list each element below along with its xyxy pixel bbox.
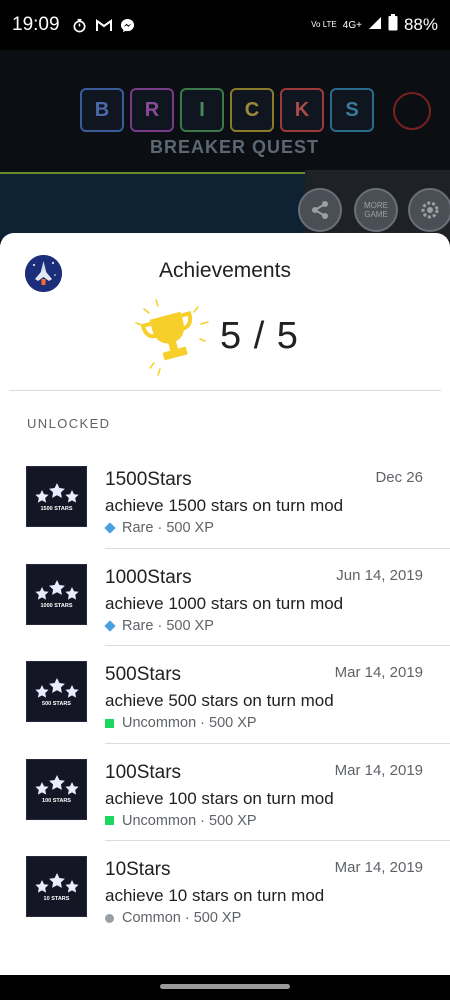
common-dot-icon xyxy=(105,913,114,923)
achievement-badge: 100 STARS xyxy=(26,758,87,820)
navigation-bar xyxy=(0,975,450,1000)
divider xyxy=(9,390,441,391)
battery-percent: 88% xyxy=(403,15,438,34)
network-type: 4G+ xyxy=(342,19,362,31)
achievement-rarity: Common · 500 XP xyxy=(105,910,241,926)
achievement-date: Mar 14, 2019 xyxy=(334,761,423,779)
more-games-button: MORE GAME xyxy=(354,188,398,232)
achievement-description: achieve 500 stars on turn mod xyxy=(105,691,334,710)
achievement-rarity: Rare · 500 XP xyxy=(104,617,214,634)
achievement-rarity: Rare · 500 XP xyxy=(104,520,214,536)
achievement-name: 1500Stars xyxy=(105,469,192,490)
rare-diamond-icon xyxy=(104,619,116,632)
status-bar: 19:09 Vo LTE 4G+ 88% xyxy=(0,0,450,50)
section-header-unlocked: UNLOCKED xyxy=(27,416,111,431)
achievement-date: Mar 14, 2019 xyxy=(334,664,423,681)
achievement-item[interactable]: 1000 STARS 1000Stars Jun 14, 2019 achiev… xyxy=(0,549,450,646)
status-time: 19:09 xyxy=(12,14,60,35)
rarity-text: Rare · 500 XP xyxy=(122,520,214,536)
uncommon-square-icon xyxy=(105,718,114,728)
logo-brick: K xyxy=(280,88,324,132)
achievement-name: 1000Stars xyxy=(105,566,192,588)
achievement-item[interactable]: 10 STARS 10Stars Mar 14, 2019 achieve 10… xyxy=(0,841,450,939)
achievements-sheet: Achievements 5 / 5 UNLOCKED 1500 STARS 1… xyxy=(0,233,450,975)
signal-icon xyxy=(368,16,382,35)
logo-brick: B xyxy=(80,88,124,132)
messenger-icon xyxy=(120,17,136,33)
rarity-text: Uncommon · 500 XP xyxy=(122,715,257,731)
badge-label: 500 STARS xyxy=(42,700,71,707)
uncommon-square-icon xyxy=(105,816,114,825)
achievement-description: achieve 10 stars on turn mod xyxy=(105,886,325,905)
achievement-rarity: Uncommon · 500 XP xyxy=(105,715,257,731)
rarity-text: Common · 500 XP xyxy=(122,910,242,926)
power-icon xyxy=(393,92,431,130)
timer-icon xyxy=(72,17,88,33)
achievement-badge: 500 STARS xyxy=(26,661,87,722)
achievement-description: achieve 1500 stars on turn mod xyxy=(105,496,344,515)
achievement-date: Mar 14, 2019 xyxy=(334,859,423,876)
achievement-item[interactable]: 500 STARS 500Stars Mar 14, 2019 achieve … xyxy=(0,646,450,744)
rarity-text: Uncommon · 500 XP xyxy=(122,812,257,829)
volte-indicator: Vo LTE xyxy=(311,20,337,29)
achievement-badge: 1000 STARS xyxy=(26,563,87,625)
logo-brick: I xyxy=(180,88,224,132)
home-gesture-handle[interactable] xyxy=(160,984,290,989)
logo-brick: C xyxy=(230,88,274,132)
achievement-date: Dec 26 xyxy=(375,469,423,486)
badge-label: 1000 STARS xyxy=(40,603,73,609)
game-logo: B R I C K S xyxy=(80,88,374,132)
gear-icon xyxy=(408,188,450,232)
logo-brick: R xyxy=(130,88,174,132)
badge-label: 10 STARS xyxy=(43,895,70,902)
trophy-icon xyxy=(128,295,214,381)
achievement-description: achieve 1000 stars on turn mod xyxy=(105,593,344,613)
gmail-icon xyxy=(95,17,112,33)
achievement-item[interactable]: 100 STARS 100Stars Mar 14, 2019 achieve … xyxy=(0,744,450,841)
achievement-badge: 10 STARS xyxy=(26,856,87,917)
battery-icon xyxy=(388,14,398,36)
achievement-rarity: Uncommon · 500 XP xyxy=(105,813,257,829)
logo-brick: S xyxy=(330,88,374,132)
game-background: B R I C K S BREAKER QUEST MORE GAME xyxy=(0,50,450,240)
achievement-badge: 1500 STARS xyxy=(26,466,87,527)
achievement-date: Jun 14, 2019 xyxy=(336,566,423,584)
achievement-description: achieve 100 stars on turn mod xyxy=(105,788,334,808)
badge-label: 100 STARS xyxy=(42,798,71,804)
achievement-list: 1500 STARS 1500Stars Dec 26 achieve 1500… xyxy=(0,451,450,939)
achievement-name: 10Stars xyxy=(105,859,171,880)
achievement-name: 500Stars xyxy=(105,664,182,685)
page-title: Achievements xyxy=(159,259,291,282)
rarity-text: Rare · 500 XP xyxy=(122,617,214,634)
more-games-label: MORE GAME xyxy=(364,201,388,219)
achievement-count: 5 / 5 xyxy=(220,315,299,357)
achievement-name: 100Stars xyxy=(105,761,182,783)
badge-label: 1500 STARS xyxy=(40,505,73,512)
share-icon xyxy=(298,188,342,232)
achievement-item[interactable]: 1500 STARS 1500Stars Dec 26 achieve 1500… xyxy=(0,451,450,549)
rare-diamond-icon xyxy=(104,522,116,534)
game-subtitle: BREAKER QUEST xyxy=(150,137,320,157)
